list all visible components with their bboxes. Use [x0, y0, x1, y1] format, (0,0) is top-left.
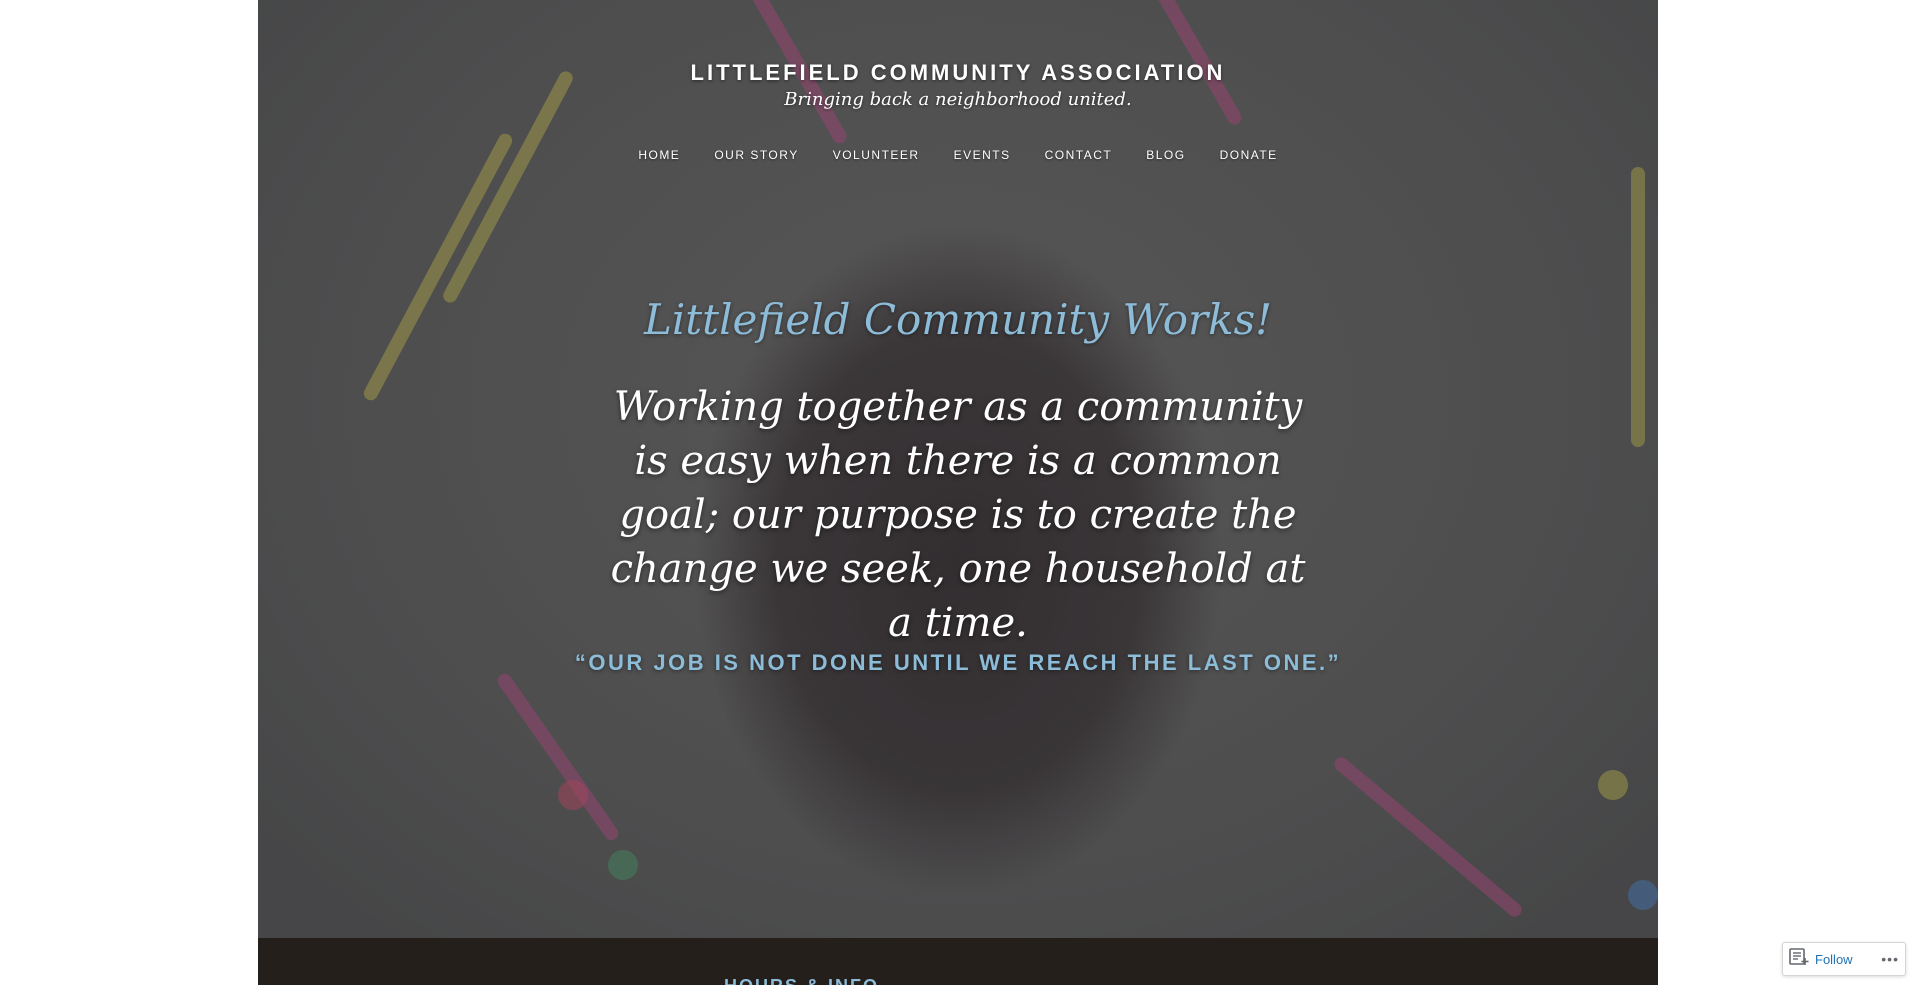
nav-item-blog[interactable]: BLOG — [1129, 148, 1202, 162]
nav-item-our-story[interactable]: OUR STORY — [697, 148, 815, 162]
main-navigation: HOME OUR STORY VOLUNTEER EVENTS CONTACT … — [258, 148, 1658, 162]
ellipsis-icon[interactable]: ••• — [1881, 951, 1899, 967]
hero-quote: “OUR JOB IS NOT DONE UNTIL WE REACH THE … — [574, 650, 1342, 675]
hours-info-section: HOURS & INFO — [258, 938, 1658, 985]
nav-item-volunteer[interactable]: VOLUNTEER — [816, 148, 937, 162]
nav-item-donate[interactable]: DONATE — [1203, 148, 1295, 162]
mission-statement: Working together as a community is easy … — [610, 384, 1306, 646]
hero-content: LITTLEFIELD COMMUNITY ASSOCIATION Bringi… — [258, 0, 1658, 938]
follow-button[interactable]: Follow — [1789, 947, 1853, 971]
hero-section: LITTLEFIELD COMMUNITY ASSOCIATION Bringi… — [258, 0, 1658, 938]
follow-label: Follow — [1815, 951, 1853, 967]
nav-item-home[interactable]: HOME — [621, 148, 697, 162]
page: LITTLEFIELD COMMUNITY ASSOCIATION Bringi… — [0, 0, 1916, 985]
site-title[interactable]: LITTLEFIELD COMMUNITY ASSOCIATION — [258, 60, 1658, 86]
follow-widget: Follow ••• — [1782, 942, 1906, 976]
hero-headline: Littlefield Community Works! — [643, 295, 1273, 344]
wordpress-reader-icon — [1789, 947, 1809, 971]
nav-item-events[interactable]: EVENTS — [937, 148, 1028, 162]
nav-item-contact[interactable]: CONTACT — [1028, 148, 1130, 162]
section-title: HOURS & INFO — [724, 976, 879, 985]
site-tagline: Bringing back a neighborhood united. — [784, 89, 1132, 110]
